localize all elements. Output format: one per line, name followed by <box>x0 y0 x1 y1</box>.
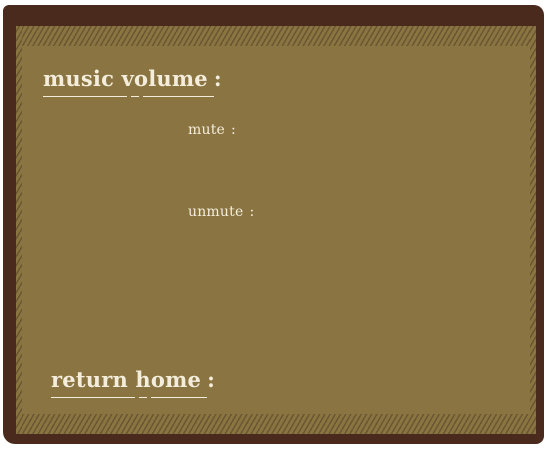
return-home-separator: : <box>207 367 216 392</box>
mute-separator: : <box>231 122 236 138</box>
settings-panel: music volume: mute: unmute: return home: <box>16 26 536 434</box>
music-volume-heading: music volume: <box>43 66 222 97</box>
return-home-label: return home <box>51 367 202 392</box>
music-volume-label: music volume <box>43 66 208 91</box>
panel-hatch-bottom <box>16 414 536 434</box>
panel-hatch-top <box>16 26 536 46</box>
panel-hatch-right <box>530 26 536 434</box>
unmute-label: unmute <box>188 204 244 220</box>
return-home-button[interactable]: return home: <box>51 367 215 398</box>
unmute-separator: : <box>249 204 255 220</box>
mute-label: mute <box>188 122 226 138</box>
unmute-button[interactable]: unmute: <box>188 204 254 220</box>
panel-hatch-left <box>16 26 22 434</box>
settings-frame: music volume: mute: unmute: return home: <box>3 5 544 444</box>
music-volume-separator: : <box>213 66 222 91</box>
mute-button[interactable]: mute: <box>188 122 236 138</box>
